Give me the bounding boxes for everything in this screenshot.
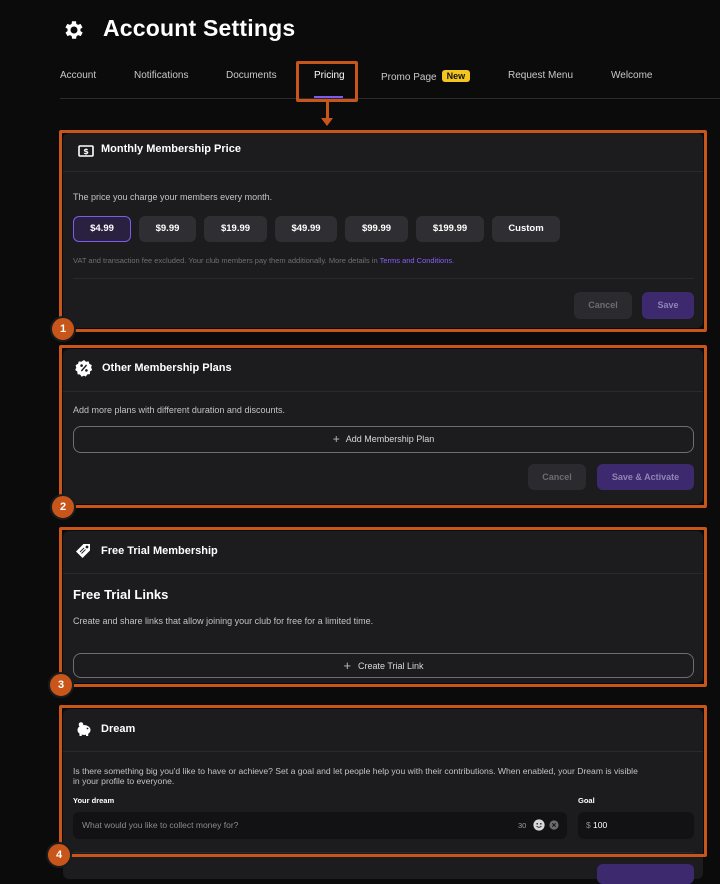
tab-promo-page-label: Promo Page xyxy=(381,72,437,83)
annotation-number-3: 3 xyxy=(48,672,74,698)
currency-symbol: $ xyxy=(586,820,591,830)
price-option-99-99[interactable]: $99.99 xyxy=(345,216,408,242)
plus-icon: + xyxy=(332,432,340,446)
dollar-bill-icon: $ xyxy=(78,145,94,157)
tabs-divider xyxy=(60,98,720,99)
page-title: Account Settings xyxy=(103,15,296,41)
char-count: 30 xyxy=(518,821,527,830)
dream-input-placeholder: What would you like to collect money for… xyxy=(82,820,239,830)
new-badge: New xyxy=(441,70,471,82)
price-option-9-99[interactable]: $9.99 xyxy=(139,216,196,242)
card-header: Free Trial Membership xyxy=(63,531,703,574)
add-membership-plan-label: Add Membership Plan xyxy=(345,434,435,444)
price-option-19-99[interactable]: $19.99 xyxy=(204,216,267,242)
tab-request-menu[interactable]: Request Menu xyxy=(508,70,573,81)
annotation-arrow-head xyxy=(321,118,333,126)
free-trial-description: Create and share links that allow joinin… xyxy=(73,616,374,626)
goal-input[interactable]: $ 100 xyxy=(578,812,694,839)
svg-text:$: $ xyxy=(83,147,89,156)
tab-pricing[interactable]: Pricing xyxy=(314,70,345,81)
your-dream-label: Your dream xyxy=(73,796,115,805)
piggy-bank-icon xyxy=(77,722,91,736)
add-membership-plan-button[interactable]: + Add Membership Plan xyxy=(73,426,694,453)
price-option-custom[interactable]: Custom xyxy=(492,216,560,242)
dream-description-line1: Is there something big you'd like to hav… xyxy=(73,766,638,776)
vat-note: VAT and transaction fee excluded. Your c… xyxy=(73,256,454,265)
dream-input[interactable]: What would you like to collect money for… xyxy=(73,812,567,839)
annotation-number-4: 4 xyxy=(46,842,72,868)
monthly-description: The price you charge your members every … xyxy=(73,192,273,202)
card-header: Other Membership Plans xyxy=(63,349,703,392)
dream-description-line2: in your profile to everyone. xyxy=(73,776,175,786)
gear-icon xyxy=(65,21,83,39)
plus-icon: + xyxy=(343,658,352,673)
goal-value: 100 xyxy=(593,820,608,830)
save-activate-button[interactable]: Save & Activate xyxy=(597,464,694,490)
annotation-number-1: 1 xyxy=(50,316,76,342)
card-divider xyxy=(73,278,694,279)
percent-badge-icon xyxy=(75,360,93,377)
card-divider xyxy=(73,852,694,853)
cancel-button[interactable]: Cancel xyxy=(528,464,586,490)
cancel-button[interactable]: Cancel xyxy=(574,292,632,319)
create-trial-link-label: Create Trial Link xyxy=(358,661,424,671)
tab-promo-page[interactable]: Promo Page New xyxy=(381,70,471,83)
annotation-number-2: 2 xyxy=(50,494,76,520)
price-option-49-99[interactable]: $49.99 xyxy=(275,216,337,242)
card-header: $ Monthly Membership Price xyxy=(63,133,703,172)
clear-icon[interactable] xyxy=(549,820,559,830)
goal-label: Goal xyxy=(578,796,595,805)
save-button[interactable]: Save xyxy=(642,292,694,319)
terms-link[interactable]: Terms and Conditions xyxy=(380,256,453,265)
tab-account[interactable]: Account xyxy=(60,70,96,81)
card-header: Dream xyxy=(63,709,703,752)
price-option-199-99[interactable]: $199.99 xyxy=(416,216,484,242)
vat-note-end: . xyxy=(452,256,455,265)
free-trial-heading: Free Trial Links xyxy=(73,587,169,602)
other-plans-description: Add more plans with different duration a… xyxy=(73,405,285,415)
vat-note-text: VAT and transaction fee excluded. Your c… xyxy=(73,256,378,265)
card-title: Free Trial Membership xyxy=(101,545,218,557)
tab-notifications[interactable]: Notifications xyxy=(134,70,188,81)
dream-description: Is there something big you'd like to hav… xyxy=(73,766,698,786)
save-dream-button[interactable] xyxy=(597,864,694,884)
create-trial-link-button[interactable]: + Create Trial Link xyxy=(73,653,694,678)
price-option-4-99[interactable]: $4.99 xyxy=(73,216,131,242)
tab-bar: Account Notifications Documents Pricing … xyxy=(60,70,720,86)
tag-icon xyxy=(76,544,90,558)
card-title: Dream xyxy=(101,723,136,735)
emoji-icon[interactable] xyxy=(533,819,545,831)
tab-welcome[interactable]: Welcome xyxy=(611,70,653,81)
dream-card: Dream xyxy=(63,709,703,879)
card-title: Monthly Membership Price xyxy=(101,143,241,155)
card-title: Other Membership Plans xyxy=(102,362,232,374)
tab-documents[interactable]: Documents xyxy=(226,70,277,81)
